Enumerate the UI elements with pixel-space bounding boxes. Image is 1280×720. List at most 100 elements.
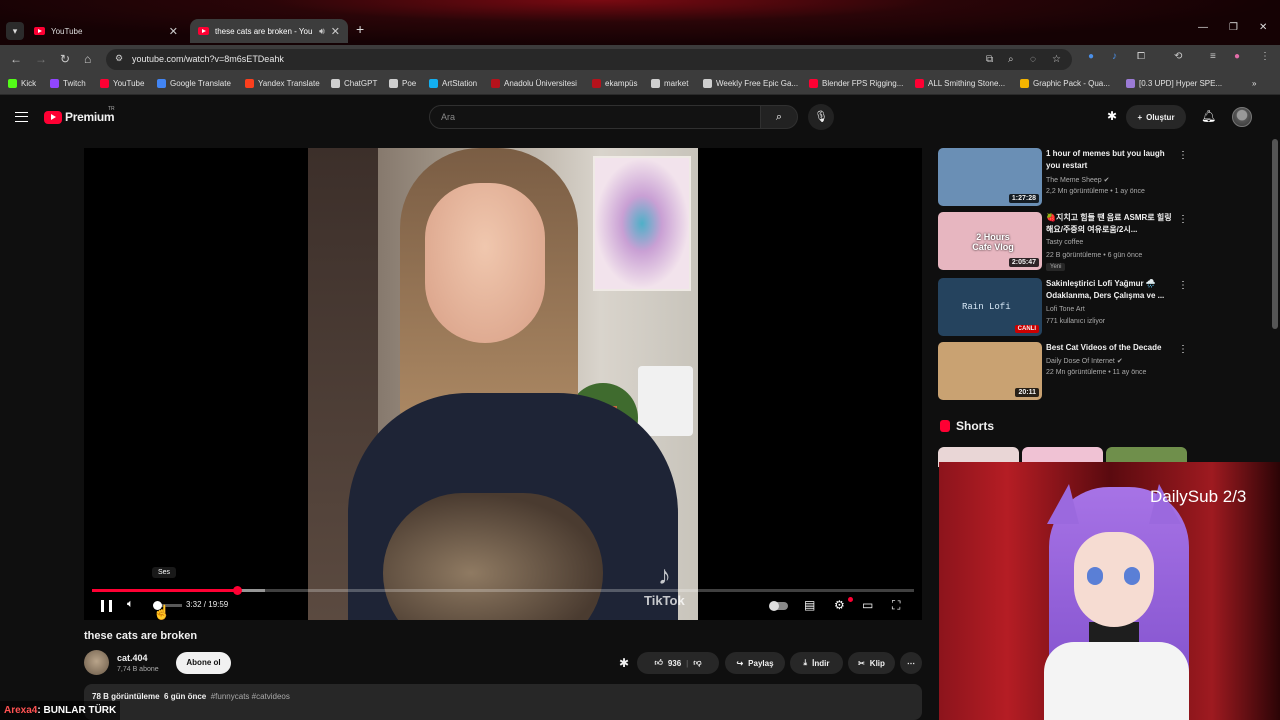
more-vert-icon[interactable]: ⋮ bbox=[1178, 344, 1188, 355]
settings-icon[interactable]: ⚙ bbox=[834, 598, 845, 612]
theater-mode-icon[interactable]: ▭ bbox=[862, 598, 873, 612]
bookmark-epic[interactable]: Weekly Free Epic Ga... bbox=[703, 79, 798, 88]
microphone-icon[interactable]: 🎙︎ bbox=[808, 104, 834, 130]
home-icon[interactable]: ⌂ bbox=[84, 52, 91, 66]
recommendation-title[interactable]: Best Cat Videos of the Decade bbox=[1046, 342, 1174, 354]
share-button[interactable]: ↪ Paylaş bbox=[725, 652, 785, 674]
address-bar[interactable]: ⚙ youtube.com/watch?v=8m6sETDeahk ⧉ ⌕ ◌ … bbox=[106, 49, 1072, 70]
search-input[interactable]: Ara bbox=[429, 105, 761, 129]
notifications-icon[interactable]: 🔔︎ bbox=[1201, 109, 1216, 123]
video-thumbnail[interactable]: Rain Lofi CANLI bbox=[938, 278, 1042, 336]
bookmark-hyper[interactable]: [0.3 UPD] Hyper SPE... bbox=[1126, 79, 1222, 88]
media-control-icon[interactable]: ≡ bbox=[1210, 51, 1216, 62]
bookmark-kick[interactable]: Kick bbox=[8, 79, 36, 88]
description-box[interactable]: 78 B görüntüleme 6 gün önce #funnycats #… bbox=[84, 684, 922, 720]
progress-bar[interactable] bbox=[92, 586, 914, 595]
scrubber-handle[interactable] bbox=[233, 586, 243, 595]
close-icon[interactable]: ✕ bbox=[331, 25, 340, 38]
clip-button[interactable]: ✂ Klip bbox=[848, 652, 895, 674]
more-vert-icon[interactable]: ⋮ bbox=[1178, 150, 1188, 161]
install-icon[interactable]: ⧉ bbox=[986, 54, 993, 65]
new-tab-button[interactable]: + bbox=[356, 21, 364, 37]
restore-icon[interactable]: ❐ bbox=[1229, 22, 1238, 33]
forward-icon[interactable]: → bbox=[35, 52, 47, 66]
window-close-icon[interactable]: ✕ bbox=[1259, 22, 1267, 33]
recommendation-item[interactable]: Rain Lofi CANLI Sakinleştirici Lofi Yağm… bbox=[938, 278, 1198, 336]
hd-badge bbox=[848, 597, 853, 602]
more-vert-icon[interactable]: ⋮ bbox=[1178, 214, 1188, 225]
menu-icon[interactable] bbox=[15, 112, 28, 122]
bookmark-twitch[interactable]: Twitch bbox=[50, 79, 86, 88]
recommendation-stats: 771 kullanıcı izliyor bbox=[1046, 318, 1106, 325]
pause-icon[interactable] bbox=[101, 600, 112, 612]
recommendation-title[interactable]: 🍓지치고 힘들 땐 음료 ASMR로 힐링해요/주중의 여유로움/2시... bbox=[1046, 212, 1174, 236]
thumbs-down-icon[interactable]: 👎︎ bbox=[693, 658, 701, 668]
back-icon[interactable]: ← bbox=[10, 52, 22, 66]
recommendation-title[interactable]: Sakinleştirici Lofi Yağmur 🌧️ Odaklanma,… bbox=[1046, 278, 1174, 302]
channel-avatar[interactable] bbox=[84, 650, 109, 675]
tab-current-video[interactable]: these cats are broken - You 🔊︎ ✕ bbox=[190, 19, 348, 43]
extensions-puzzle-icon[interactable]: ⧠ bbox=[1137, 51, 1145, 62]
scrollbar[interactable] bbox=[1272, 139, 1278, 329]
bookmark-smithing[interactable]: ALL Smithing Stone... bbox=[915, 79, 1005, 88]
recommendation-item[interactable]: 20:11 Best Cat Videos of the Decade Dail… bbox=[938, 342, 1198, 400]
video-player[interactable]: ♪ TikTok Ses 🔈︎ 3:32 / 19:59 ▤ ⚙ ▭ ⛶ ☝ bbox=[84, 148, 922, 620]
volume-icon[interactable]: 🔈︎ bbox=[127, 598, 134, 611]
video-thumbnail[interactable]: 1:27:28 bbox=[938, 148, 1042, 206]
site-info-icon[interactable]: ⚙ bbox=[115, 53, 123, 64]
like-button[interactable]: 👍︎ 936 bbox=[654, 658, 681, 668]
fullscreen-icon[interactable]: ⛶ bbox=[892, 598, 900, 613]
extension-icon[interactable]: ● bbox=[1088, 51, 1094, 62]
autoplay-toggle[interactable] bbox=[769, 601, 788, 611]
recommendation-item[interactable]: 2 Hours Cafe Vlog 2:05:47 🍓지치고 힘들 땐 음료 A… bbox=[938, 212, 1198, 271]
video-thumbnail[interactable]: 2 Hours Cafe Vlog 2:05:47 bbox=[938, 212, 1042, 270]
history-icon[interactable]: ⟲ bbox=[1174, 51, 1182, 62]
close-icon[interactable]: ✕ bbox=[169, 25, 178, 38]
bookmark-ekampus[interactable]: ekampüs bbox=[592, 79, 637, 88]
profile-icon[interactable]: ● bbox=[1234, 51, 1240, 62]
minimize-icon[interactable]: — bbox=[1198, 22, 1208, 33]
bookmark-youtube[interactable]: YouTube bbox=[100, 79, 144, 88]
bookmark-market[interactable]: market bbox=[651, 79, 688, 88]
subscribe-button[interactable]: Abone ol bbox=[176, 652, 231, 674]
extension-icon[interactable]: ♪ bbox=[1112, 51, 1117, 62]
youtube-logo[interactable]: Premium TR bbox=[44, 106, 115, 124]
bookmark-chatgpt[interactable]: ChatGPT bbox=[331, 79, 377, 88]
shorts-icon bbox=[940, 420, 950, 432]
hashtags[interactable]: #funnycats #catvideos bbox=[211, 692, 290, 701]
recommendation-channel[interactable]: Daily Dose Of Internet ✔ bbox=[1046, 357, 1123, 365]
tab-youtube[interactable]: YouTube ✕ bbox=[26, 19, 186, 43]
bookmark-star-icon[interactable]: ☆ bbox=[1052, 54, 1061, 65]
download-button[interactable]: ⤓ İndir bbox=[790, 652, 843, 674]
lens-icon[interactable]: ✱ bbox=[1107, 109, 1117, 123]
eye-off-icon[interactable]: ◌ bbox=[1030, 54, 1036, 65]
recommendation-title[interactable]: 1 hour of memes but you laugh you restar… bbox=[1046, 148, 1174, 172]
tab-search-button[interactable]: ▾ bbox=[6, 22, 24, 40]
menu-dots-icon[interactable]: ⋮ bbox=[1260, 51, 1270, 62]
video-thumbnail[interactable]: 20:11 bbox=[938, 342, 1042, 400]
bookmark-graphic-pack[interactable]: Graphic Pack - Qua... bbox=[1020, 79, 1110, 88]
bookmark-yandex-translate[interactable]: Yandex Translate bbox=[245, 79, 320, 88]
more-vert-icon[interactable]: ⋮ bbox=[1178, 280, 1188, 291]
reload-icon[interactable]: ↻ bbox=[60, 52, 70, 66]
recommendation-channel[interactable]: Tasty coffee bbox=[1046, 239, 1083, 246]
bookmark-blender[interactable]: Blender FPS Rigging... bbox=[809, 79, 903, 88]
account-avatar[interactable] bbox=[1232, 107, 1252, 127]
more-actions-icon[interactable]: ⋯ bbox=[900, 652, 922, 674]
recommendation-channel[interactable]: The Meme Sheep ✔ bbox=[1046, 176, 1109, 184]
create-button[interactable]: + Oluştur bbox=[1126, 105, 1186, 129]
bookmark-google-translate[interactable]: Google Translate bbox=[157, 79, 231, 88]
speaker-icon[interactable]: 🔊︎ bbox=[319, 26, 325, 37]
search-icon[interactable]: ⌕ bbox=[760, 105, 798, 129]
recommendation-channel[interactable]: Lofi Tone Art bbox=[1046, 306, 1085, 313]
lens-icon[interactable]: ✱ bbox=[619, 656, 629, 670]
recommendation-item[interactable]: 1:27:28 1 hour of memes but you laugh yo… bbox=[938, 148, 1198, 206]
channel-name[interactable]: cat.404 bbox=[117, 653, 148, 663]
bookmark-artstation[interactable]: ArtStation bbox=[429, 79, 477, 88]
bookmarks-overflow-icon[interactable]: » bbox=[1252, 79, 1256, 88]
zoom-icon[interactable]: ⌕ bbox=[1008, 54, 1014, 65]
channel-name: Daily Dose Of Internet bbox=[1046, 358, 1115, 365]
bookmark-poe[interactable]: Poe bbox=[389, 79, 416, 88]
bookmark-anadolu[interactable]: Anadolu Üniversitesi bbox=[491, 79, 577, 88]
subtitles-icon[interactable]: ▤ bbox=[804, 598, 815, 612]
